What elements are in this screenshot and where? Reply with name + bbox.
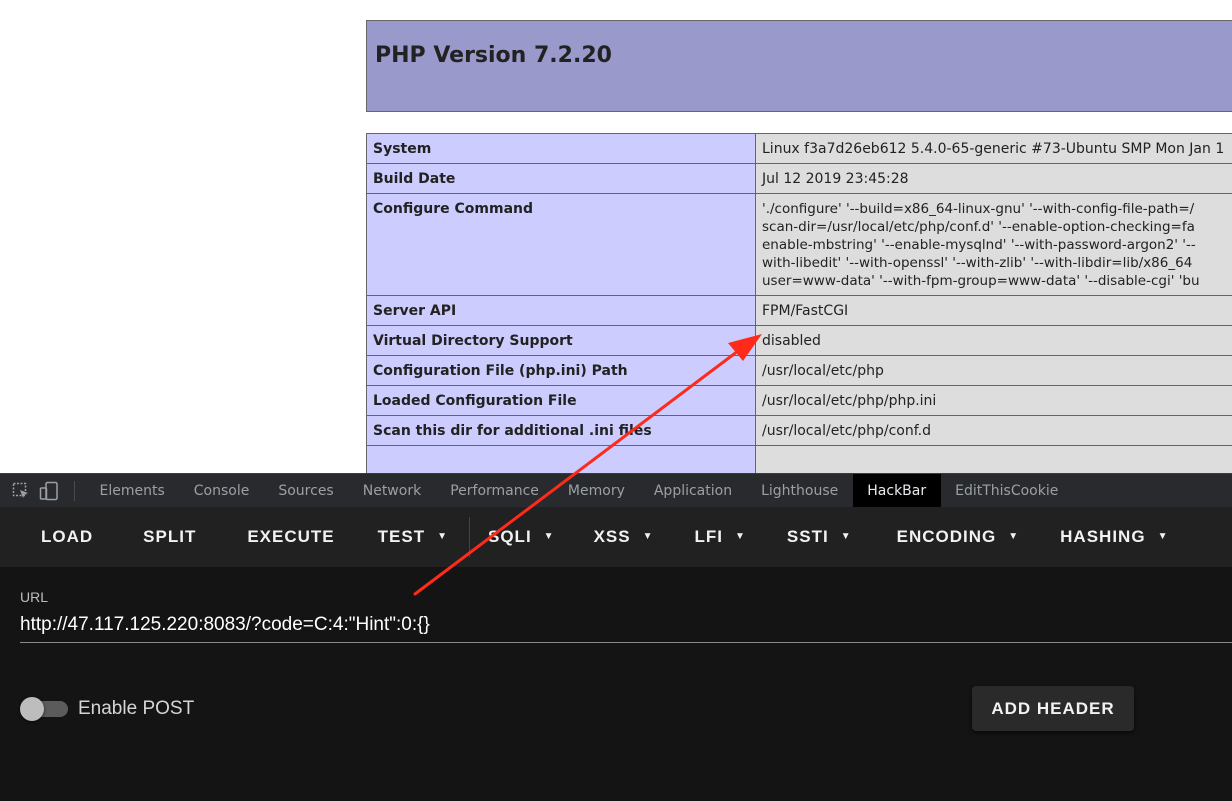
url-input[interactable] bbox=[20, 607, 1232, 643]
tab-sources[interactable]: Sources bbox=[264, 474, 348, 508]
caret-down-icon: ▼ bbox=[1157, 531, 1169, 542]
execute-button[interactable]: EXECUTE bbox=[213, 507, 351, 567]
tab-hackbar[interactable]: HackBar bbox=[852, 473, 941, 508]
toolbar-divider bbox=[74, 480, 75, 501]
add-header-button[interactable]: ADD HEADER bbox=[972, 686, 1134, 731]
load-label: LOAD bbox=[41, 527, 94, 546]
split-label: SPLIT bbox=[143, 527, 197, 546]
row-key: Server API bbox=[366, 295, 756, 326]
table-row: Virtual Directory Support disabled bbox=[366, 325, 1232, 356]
configure-line: scan-dir=/usr/local/etc/php/conf.d' '--e… bbox=[762, 219, 1195, 235]
table-row: Build Date Jul 12 2019 23:45:28 bbox=[366, 163, 1232, 194]
row-value: FPM/FastCGI bbox=[755, 295, 1232, 326]
row-value bbox=[755, 445, 1232, 473]
url-label: URL bbox=[20, 589, 49, 605]
tab-elements[interactable]: Elements bbox=[85, 474, 179, 508]
row-key: System bbox=[366, 133, 756, 164]
tab-network[interactable]: Network bbox=[348, 474, 435, 508]
split-button[interactable]: SPLIT bbox=[110, 507, 213, 567]
table-row: Configuration File (php.ini) Path /usr/l… bbox=[366, 355, 1232, 386]
configure-line: user=www-data' '--with-fpm-group=www-dat… bbox=[762, 273, 1200, 289]
devtools-tab-bar: Elements Console Sources Network Perform… bbox=[0, 473, 1232, 508]
tab-performance[interactable]: Performance bbox=[436, 474, 554, 508]
row-key: Scan this dir for additional .ini files bbox=[366, 415, 756, 446]
row-value-configure-command: './configure' '--build=x86_64-linux-gnu'… bbox=[755, 193, 1232, 296]
table-row: Scan this dir for additional .ini files … bbox=[366, 415, 1232, 446]
caret-down-icon: ▼ bbox=[735, 531, 746, 542]
caret-down-icon: ▼ bbox=[543, 531, 555, 542]
caret-down-icon: ▼ bbox=[437, 531, 448, 542]
configure-line: enable-mbstring' '--enable-mysqlnd' '--w… bbox=[762, 237, 1196, 253]
toolbar-divider bbox=[469, 517, 470, 557]
row-value: /usr/local/etc/php bbox=[755, 355, 1232, 386]
test-label: TEST bbox=[377, 527, 426, 546]
php-info-table: System Linux f3a7d26eb612 5.4.0-65-gener… bbox=[366, 133, 1232, 473]
tab-memory[interactable]: Memory bbox=[553, 474, 639, 508]
table-row: Loaded Configuration File /usr/local/etc… bbox=[366, 385, 1232, 416]
execute-label: EXECUTE bbox=[247, 527, 335, 546]
hashing-label: HASHING bbox=[1060, 527, 1146, 546]
sqli-label: SQLI bbox=[488, 527, 532, 546]
row-value: disabled bbox=[755, 325, 1232, 356]
row-value: Linux f3a7d26eb612 5.4.0-65-generic #73-… bbox=[755, 133, 1232, 164]
caret-down-icon: ▼ bbox=[1008, 531, 1020, 542]
hashing-menu-button[interactable]: HASHING ▼ bbox=[1036, 507, 1185, 567]
ssti-menu-button[interactable]: SSTI ▼ bbox=[763, 507, 869, 567]
encoding-label: ENCODING bbox=[896, 527, 997, 546]
device-toolbar-icon[interactable] bbox=[38, 480, 60, 502]
lfi-label: LFI bbox=[694, 527, 724, 546]
tab-lighthouse[interactable]: Lighthouse bbox=[747, 474, 853, 508]
row-value: /usr/local/etc/php/conf.d bbox=[755, 415, 1232, 446]
row-key bbox=[366, 445, 756, 473]
row-key: Configuration File (php.ini) Path bbox=[366, 355, 756, 386]
test-menu-button[interactable]: TEST ▼ bbox=[352, 507, 465, 567]
hackbar-toolbar: LOAD SPLIT EXECUTE TEST ▼ SQLI ▼ XSS ▼ LFI ▼… bbox=[0, 507, 1232, 567]
tab-editthiscookie[interactable]: EditThisCookie bbox=[941, 474, 1073, 508]
toggle-knob bbox=[20, 697, 44, 721]
configure-line: with-libedit' '--with-openssl' '--with-z… bbox=[762, 255, 1193, 271]
hackbar-panel: LOAD SPLIT EXECUTE TEST ▼ SQLI ▼ XSS ▼ LFI ▼… bbox=[0, 507, 1232, 801]
row-value: /usr/local/etc/php/php.ini bbox=[755, 385, 1232, 416]
row-key: Virtual Directory Support bbox=[366, 325, 756, 356]
enable-post-toggle[interactable] bbox=[20, 697, 68, 721]
table-row: Configure Command './configure' '--build… bbox=[366, 193, 1232, 296]
encoding-menu-button[interactable]: ENCODING ▼ bbox=[869, 507, 1037, 567]
tab-application[interactable]: Application bbox=[639, 474, 746, 508]
php-version-header: PHP Version 7.2.20 bbox=[366, 20, 1232, 112]
tab-console[interactable]: Console bbox=[179, 474, 264, 508]
row-value: Jul 12 2019 23:45:28 bbox=[755, 163, 1232, 194]
php-info-page: PHP Version 7.2.20 System Linux f3a7d26e… bbox=[0, 0, 1232, 473]
php-version-title: PHP Version 7.2.20 bbox=[375, 43, 612, 68]
caret-down-icon: ▼ bbox=[840, 531, 852, 542]
caret-down-icon: ▼ bbox=[642, 531, 654, 542]
row-key: Build Date bbox=[366, 163, 756, 194]
table-row: Server API FPM/FastCGI bbox=[366, 295, 1232, 326]
table-row bbox=[366, 445, 1232, 473]
xss-label: XSS bbox=[593, 527, 631, 546]
ssti-label: SSTI bbox=[786, 527, 829, 546]
lfi-menu-button[interactable]: LFI ▼ bbox=[671, 507, 763, 567]
configure-line: './configure' '--build=x86_64-linux-gnu'… bbox=[762, 201, 1195, 217]
sqli-menu-button[interactable]: SQLI ▼ bbox=[474, 507, 572, 567]
table-row: System Linux f3a7d26eb612 5.4.0-65-gener… bbox=[366, 133, 1232, 164]
enable-post-label: Enable POST bbox=[78, 698, 195, 719]
row-key: Loaded Configuration File bbox=[366, 385, 756, 416]
xss-menu-button[interactable]: XSS ▼ bbox=[572, 507, 671, 567]
row-key: Configure Command bbox=[366, 193, 756, 296]
inspect-element-icon[interactable] bbox=[10, 480, 32, 502]
load-button[interactable]: LOAD bbox=[0, 507, 110, 567]
